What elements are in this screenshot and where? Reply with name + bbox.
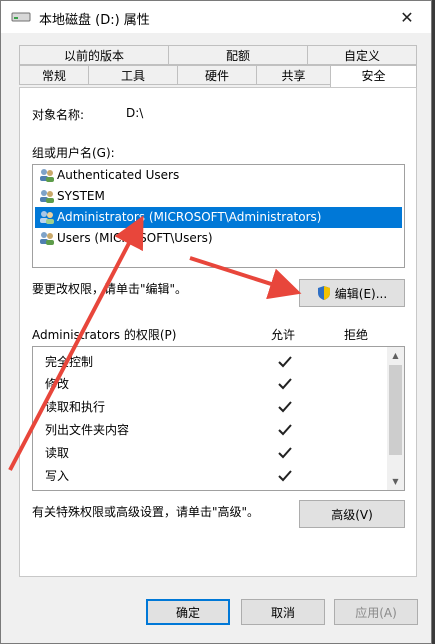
title-bar: 本地磁盘 (D:) 属性 ✕	[1, 1, 431, 33]
permission-row: 读取和执行	[45, 400, 106, 414]
tab-quota[interactable]: 配额	[168, 45, 308, 65]
properties-dialog: 本地磁盘 (D:) 属性 ✕ 以前的版本 配额 自定义 常规 工具 硬件 共享 …	[0, 0, 432, 644]
drive-icon	[11, 12, 31, 22]
tab-sharing[interactable]: 共享	[256, 65, 331, 85]
scroll-up-icon[interactable]: ▲	[387, 347, 404, 364]
cancel-button[interactable]: 取消	[241, 599, 325, 625]
tab-customize[interactable]: 自定义	[307, 45, 417, 65]
list-item[interactable]: SYSTEM	[35, 186, 402, 207]
group-user-list[interactable]: Authenticated Users SYSTEM Administrator…	[32, 164, 405, 268]
tab-security[interactable]: 安全	[330, 65, 417, 87]
users-icon	[40, 190, 54, 203]
tab-previous-versions[interactable]: 以前的版本	[19, 45, 169, 65]
tab-tools[interactable]: 工具	[88, 65, 178, 85]
allow-header: 允许	[271, 328, 296, 342]
tab-general[interactable]: 常规	[19, 65, 89, 85]
permissions-list: 完全控制 修改 读取和执行 列出文件夹内容 读取 写入 ▲ ▼	[32, 346, 405, 491]
advanced-hint: 有关特殊权限或高级设置，请单击"高级"。	[32, 505, 260, 519]
tab-hardware[interactable]: 硬件	[177, 65, 257, 85]
list-item[interactable]: Users (MICROSOFT\Users)	[35, 228, 402, 249]
groups-label: 组或用户名(G):	[32, 146, 115, 160]
permission-row: 完全控制	[45, 355, 94, 369]
permissions-scrollbar[interactable]: ▲ ▼	[387, 347, 404, 490]
edit-button[interactable]: 编辑(E)...	[299, 279, 405, 307]
close-button[interactable]: ✕	[387, 1, 427, 33]
users-icon	[40, 169, 54, 182]
scroll-thumb[interactable]	[389, 365, 402, 455]
shield-icon	[317, 286, 330, 300]
users-icon	[40, 232, 54, 245]
permission-row: 读取	[45, 446, 70, 460]
checkmark-icon	[278, 356, 292, 368]
scroll-down-icon[interactable]: ▼	[387, 473, 404, 490]
list-item-selected[interactable]: Administrators (MICROSOFT\Administrators…	[35, 207, 402, 228]
users-icon	[40, 211, 54, 224]
ok-button[interactable]: 确定	[146, 599, 230, 625]
permission-row: 写入	[45, 469, 70, 483]
close-icon: ✕	[400, 7, 414, 27]
list-item[interactable]: Authenticated Users	[35, 165, 402, 186]
permission-row: 列出文件夹内容	[45, 423, 130, 437]
checkmark-icon	[278, 424, 292, 436]
permission-row: 修改	[45, 377, 70, 391]
deny-header: 拒绝	[344, 328, 369, 342]
checkmark-icon	[278, 447, 292, 459]
advanced-button[interactable]: 高级(V)	[299, 500, 405, 528]
permissions-title: Administrators 的权限(P)	[32, 328, 177, 342]
checkmark-icon	[278, 401, 292, 413]
object-name-value: D:\	[126, 106, 144, 120]
checkmark-icon	[278, 470, 292, 482]
object-name-label: 对象名称:	[32, 108, 85, 122]
edit-hint: 要更改权限，请单击"编辑"。	[32, 282, 188, 296]
window-title: 本地磁盘 (D:) 属性	[39, 13, 150, 28]
apply-button[interactable]: 应用(A)	[334, 599, 418, 625]
checkmark-icon	[278, 378, 292, 390]
